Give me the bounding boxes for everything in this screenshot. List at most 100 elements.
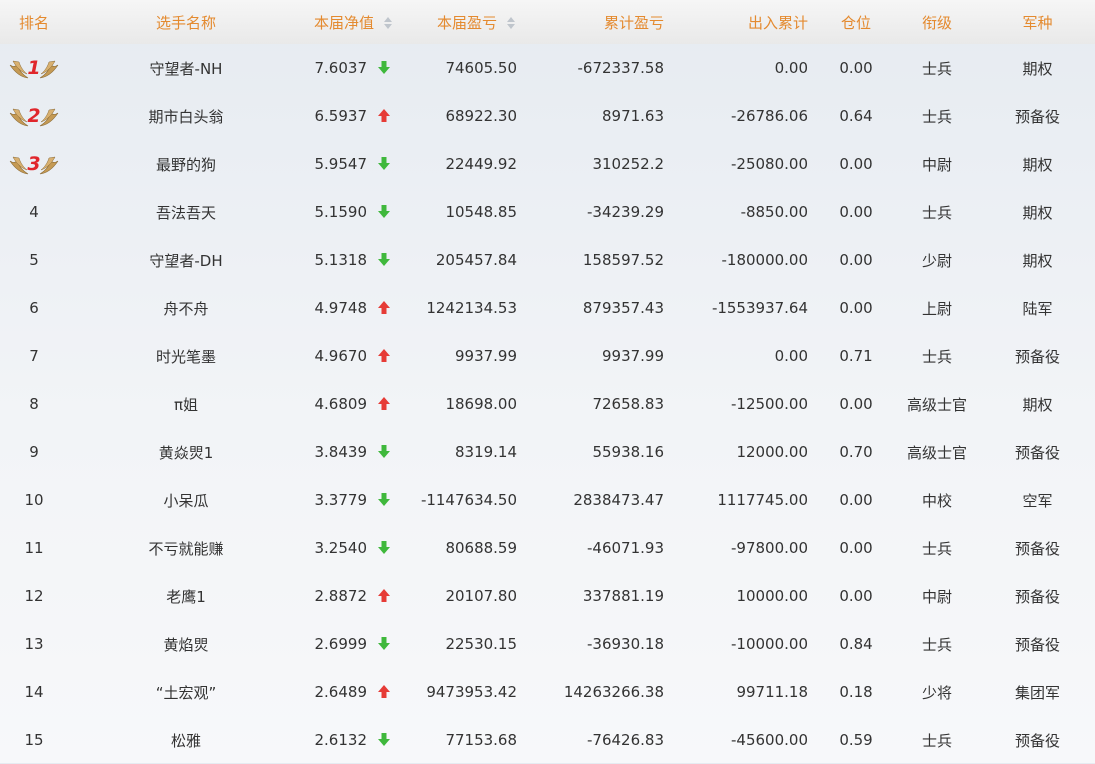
player-name[interactable]: “土宏观” bbox=[68, 668, 304, 716]
player-name[interactable]: 守望者-DH bbox=[68, 236, 304, 284]
position-value: 0.00 bbox=[839, 59, 873, 77]
header-pos: 仓位 bbox=[841, 13, 872, 32]
medal-rank-number: 2 bbox=[27, 105, 40, 127]
branch-value: 预备役 bbox=[1015, 635, 1061, 654]
flow-value: -1553937.64 bbox=[711, 299, 809, 317]
flow-value: -25080.00 bbox=[731, 155, 809, 173]
position-value: 0.71 bbox=[839, 347, 873, 365]
flow-value: 99711.18 bbox=[736, 683, 809, 701]
nav-value: 3.3779 bbox=[314, 491, 368, 509]
pnl-value: 10548.85 bbox=[445, 203, 518, 221]
cum-value: -46071.93 bbox=[587, 539, 665, 557]
flow-value: -180000.00 bbox=[721, 251, 809, 269]
pnl-value: 80688.59 bbox=[445, 539, 518, 557]
header-branch: 军种 bbox=[1022, 13, 1053, 32]
cum-value: -672337.58 bbox=[577, 59, 665, 77]
table-row[interactable]: 11 不亏就能赚 3.2540 80688.59 -46071.93 -9780… bbox=[0, 524, 1095, 572]
down-arrow-icon bbox=[378, 541, 390, 554]
table-row[interactable]: 9 黄焱焸1 3.8439 8319.14 55938.16 12000.00 … bbox=[0, 428, 1095, 476]
player-name[interactable]: 守望者-NH bbox=[68, 44, 304, 92]
nav-trend bbox=[367, 380, 397, 428]
player-name[interactable]: 舟不舟 bbox=[68, 284, 304, 332]
down-arrow-icon bbox=[378, 493, 390, 506]
table-row[interactable]: 12 老鹰1 2.8872 20107.80 337881.19 10000.0… bbox=[0, 572, 1095, 620]
sort-icon[interactable] bbox=[507, 16, 516, 29]
player-name[interactable]: 时光笔墨 bbox=[68, 332, 304, 380]
player-name[interactable]: π姐 bbox=[68, 380, 304, 428]
position-value: 0.70 bbox=[839, 443, 873, 461]
pnl-value: 18698.00 bbox=[445, 395, 518, 413]
position-value: 0.00 bbox=[839, 251, 873, 269]
table-row[interactable]: 6 舟不舟 4.9748 1242134.53 879357.43 -15539… bbox=[0, 284, 1095, 332]
cum-value: 72658.83 bbox=[592, 395, 665, 413]
table-row[interactable]: 14 “土宏观” 2.6489 9473953.42 14263266.38 9… bbox=[0, 668, 1095, 716]
table-row[interactable]: 5 守望者-DH 5.1318 205457.84 158597.52 -180… bbox=[0, 236, 1095, 284]
table-row[interactable]: 15 松雅 2.6132 77153.68 -76426.83 -45600.0… bbox=[0, 716, 1095, 764]
cum-value: 14263266.38 bbox=[563, 683, 665, 701]
branch-value: 预备役 bbox=[1015, 347, 1061, 366]
nav-trend bbox=[367, 284, 397, 332]
header-nav-label: 本届净值 bbox=[314, 13, 375, 32]
rank-cell: 9 bbox=[29, 443, 39, 461]
table-row[interactable]: 13 黄焰焸 2.6999 22530.15 -36930.18 -10000.… bbox=[0, 620, 1095, 668]
nav-value: 4.9670 bbox=[314, 347, 368, 365]
rank-cell: 5 bbox=[29, 251, 39, 269]
table-row[interactable]: 8 π姐 4.6809 18698.00 72658.83 -12500.00 … bbox=[0, 380, 1095, 428]
header-pnl[interactable]: 本届盈亏 bbox=[397, 0, 517, 44]
position-value: 0.64 bbox=[839, 107, 873, 125]
nav-value: 5.1590 bbox=[314, 203, 368, 221]
table-row[interactable]: 1 守望者-NH 7.6037 74605.50 -672337.58 0.00… bbox=[0, 44, 1095, 92]
rank-cell: 3 bbox=[0, 140, 68, 188]
branch-value: 期权 bbox=[1022, 155, 1053, 174]
cum-value: 158597.52 bbox=[582, 251, 665, 269]
player-name[interactable]: 吾法吾天 bbox=[68, 188, 304, 236]
rank-cell: 4 bbox=[29, 203, 39, 221]
cum-value: 879357.43 bbox=[582, 299, 665, 317]
table-row[interactable]: 7 时光笔墨 4.9670 9937.99 9937.99 0.00 0.71 … bbox=[0, 332, 1095, 380]
branch-value: 空军 bbox=[1022, 491, 1053, 510]
winged-medal-icon: 1 bbox=[9, 57, 59, 79]
table-row[interactable]: 3 最野的狗 5.9547 22449.92 310252.2 -25080.0… bbox=[0, 140, 1095, 188]
pnl-value: 9473953.42 bbox=[426, 683, 518, 701]
player-name[interactable]: 老鹰1 bbox=[68, 572, 304, 620]
rank-title: 中尉 bbox=[922, 155, 953, 174]
branch-value: 预备役 bbox=[1015, 107, 1061, 126]
branch-value: 陆军 bbox=[1022, 299, 1053, 318]
nav-trend bbox=[367, 716, 397, 764]
player-name[interactable]: 小呆瓜 bbox=[68, 476, 304, 524]
rank-title: 中尉 bbox=[922, 587, 953, 606]
rank-title: 士兵 bbox=[922, 107, 953, 126]
medal-rank-number: 3 bbox=[27, 153, 40, 175]
nav-trend bbox=[367, 188, 397, 236]
pnl-value: 77153.68 bbox=[445, 731, 518, 749]
nav-value: 2.8872 bbox=[314, 587, 368, 605]
player-name[interactable]: 黄焱焸1 bbox=[68, 428, 304, 476]
cum-value: 310252.2 bbox=[592, 155, 665, 173]
pnl-value: -1147634.50 bbox=[420, 491, 518, 509]
pnl-value: 22530.15 bbox=[445, 635, 518, 653]
branch-value: 集团军 bbox=[1015, 683, 1061, 702]
nav-trend bbox=[367, 524, 397, 572]
sort-icon[interactable] bbox=[384, 16, 393, 29]
player-name[interactable]: 最野的狗 bbox=[68, 140, 304, 188]
flow-value: 10000.00 bbox=[736, 587, 809, 605]
up-arrow-icon bbox=[378, 589, 390, 602]
player-name[interactable]: 松雅 bbox=[68, 716, 304, 764]
nav-trend bbox=[367, 476, 397, 524]
rank-cell: 13 bbox=[24, 635, 44, 653]
player-name[interactable]: 期市白头翁 bbox=[68, 92, 304, 140]
pnl-value: 20107.80 bbox=[445, 587, 518, 605]
table-row[interactable]: 10 小呆瓜 3.3779 -1147634.50 2838473.47 111… bbox=[0, 476, 1095, 524]
table-row[interactable]: 4 吾法吾天 5.1590 10548.85 -34239.29 -8850.0… bbox=[0, 188, 1095, 236]
flow-value: -12500.00 bbox=[731, 395, 809, 413]
table-row[interactable]: 2 期市白头翁 6.5937 68922.30 8971.63 -26786.0… bbox=[0, 92, 1095, 140]
nav-value: 3.8439 bbox=[314, 443, 368, 461]
header-nav[interactable]: 本届净值 bbox=[304, 0, 397, 44]
player-name[interactable]: 不亏就能赚 bbox=[68, 524, 304, 572]
nav-value: 2.6999 bbox=[314, 635, 368, 653]
player-name[interactable]: 黄焰焸 bbox=[68, 620, 304, 668]
header-name: 选手名称 bbox=[155, 13, 216, 32]
flow-value: -45600.00 bbox=[731, 731, 809, 749]
position-value: 0.00 bbox=[839, 395, 873, 413]
pnl-value: 9937.99 bbox=[454, 347, 518, 365]
